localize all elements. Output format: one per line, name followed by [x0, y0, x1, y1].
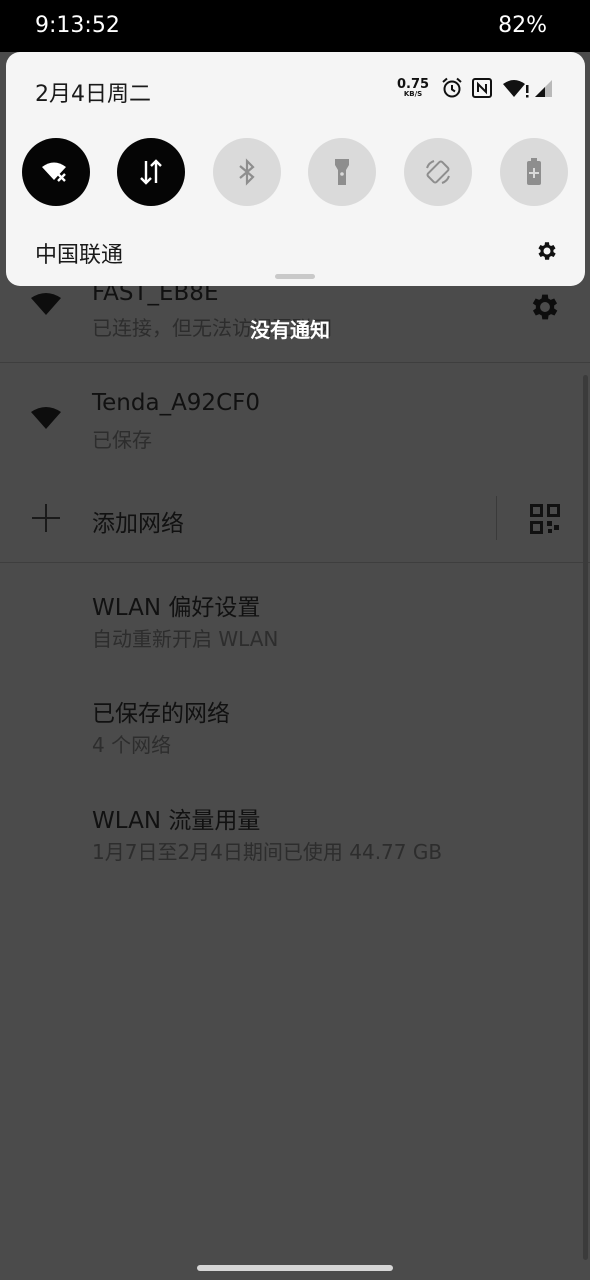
- divider: [0, 562, 590, 563]
- home-indicator[interactable]: [197, 1265, 393, 1271]
- add-network-label: 添加网络: [92, 511, 184, 537]
- mobile-data-toggle[interactable]: [117, 138, 185, 206]
- quick-settings-panel: 2月4日周二 0.75 KB/S 中国联通: [6, 52, 585, 286]
- cellular-signal-icon: [532, 74, 554, 102]
- network-ssid: Tenda_A92CF0: [92, 390, 260, 416]
- wifi-network-item[interactable]: Tenda_A92CF0 已保存: [0, 380, 590, 470]
- plus-icon: [32, 504, 60, 532]
- network-status: 已保存: [92, 428, 152, 452]
- item-subtitle: 1月7日至2月4日期间已使用 44.77 GB: [92, 840, 443, 864]
- add-network-row[interactable]: 添加网络: [0, 490, 590, 550]
- wifi-no-internet-icon: [502, 74, 530, 102]
- qr-code-scan-icon[interactable]: [530, 504, 560, 534]
- flashlight-toggle[interactable]: [308, 138, 376, 206]
- status-icons: 0.75 KB/S: [397, 74, 558, 102]
- battery-percentage: 82%: [498, 13, 547, 38]
- flashlight-icon: [335, 159, 349, 185]
- network-speed: 0.75 KB/S: [397, 74, 429, 102]
- drag-handle[interactable]: [275, 274, 315, 279]
- no-notifications-text: 没有通知: [250, 318, 330, 342]
- divider: [0, 362, 590, 363]
- carrier-name: 中国联通: [35, 243, 124, 268]
- wlan-preferences-item[interactable]: WLAN 偏好设置 自动重新开启 WLAN: [0, 580, 590, 670]
- date-label[interactable]: 2月4日周二: [35, 76, 151, 108]
- bluetooth-toggle[interactable]: [213, 138, 281, 206]
- settings-gear-icon[interactable]: [535, 239, 559, 263]
- data-transfer-icon: [140, 159, 162, 185]
- item-subtitle: 4 个网络: [92, 733, 172, 757]
- item-title: WLAN 流量用量: [92, 808, 261, 834]
- battery-saver-icon: [527, 158, 541, 185]
- item-title: WLAN 偏好设置: [92, 595, 261, 621]
- wlan-toggle[interactable]: [22, 138, 90, 206]
- battery-saver-toggle[interactable]: [500, 138, 568, 206]
- network-settings-gear-icon[interactable]: [528, 290, 562, 324]
- auto-rotate-icon: [426, 160, 450, 184]
- wifi-off-icon: [42, 162, 66, 182]
- alarm-icon: [440, 74, 464, 102]
- wifi-signal-icon: [31, 293, 61, 315]
- wifi-signal-icon: [31, 407, 61, 429]
- wlan-data-usage-item[interactable]: WLAN 流量用量 1月7日至2月4日期间已使用 44.77 GB: [0, 793, 590, 883]
- item-title: 已保存的网络: [92, 701, 230, 727]
- bluetooth-icon: [239, 158, 255, 186]
- item-subtitle: 自动重新开启 WLAN: [92, 627, 279, 651]
- network-speed-unit: KB/S: [403, 90, 423, 98]
- saved-networks-item[interactable]: 已保存的网络 4 个网络: [0, 686, 590, 776]
- vertical-divider: [496, 496, 497, 540]
- auto-rotate-toggle[interactable]: [404, 138, 472, 206]
- nfc-icon: [470, 74, 494, 102]
- status-bar: 9:13:52 82%: [0, 0, 590, 52]
- status-time: 9:13:52: [35, 13, 120, 38]
- scrollbar[interactable]: [583, 375, 588, 1260]
